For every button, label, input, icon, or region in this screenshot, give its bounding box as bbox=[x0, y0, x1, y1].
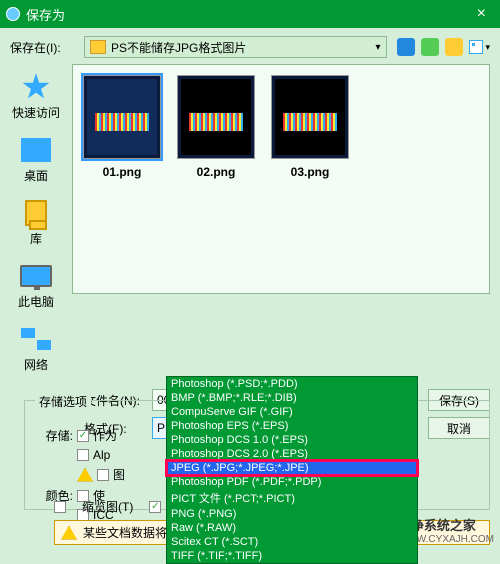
save-in-combo[interactable]: PS不能储存JPG格式图片 ▾ bbox=[84, 36, 387, 58]
sidebar-item-quick[interactable]: 快速访问 bbox=[0, 70, 72, 121]
folder-icon bbox=[90, 40, 106, 54]
sidebar-item-library[interactable]: 库 bbox=[0, 196, 72, 247]
chevron-down-icon[interactable]: ▾ bbox=[369, 42, 386, 53]
thumbnail-label: 缩览图(T) bbox=[82, 498, 133, 515]
star-icon bbox=[22, 73, 50, 101]
warning-icon bbox=[61, 526, 77, 540]
asacopy-checkbox[interactable]: ✓ bbox=[77, 430, 89, 442]
save-in-label: 保存在(I): bbox=[10, 39, 84, 56]
layers-label: 图 bbox=[113, 466, 125, 483]
sidebar-item-label: 库 bbox=[0, 230, 72, 247]
format-option[interactable]: Raw (*.RAW) bbox=[167, 521, 417, 535]
format-option[interactable]: Photoshop PDF (*.PDF;*.PDP) bbox=[167, 475, 417, 489]
file-list[interactable]: 01.png 02.png 03.png bbox=[72, 64, 490, 294]
format-option[interactable]: Photoshop EPS (*.EPS) bbox=[167, 419, 417, 433]
format-option[interactable]: Photoshop (*.PSD;*.PDD) bbox=[167, 377, 417, 391]
file-item[interactable]: 01.png bbox=[83, 75, 161, 179]
layers-checkbox[interactable] bbox=[97, 469, 109, 481]
network-icon bbox=[21, 328, 51, 350]
sidebar-item-thispc[interactable]: 此电脑 bbox=[0, 259, 72, 310]
format-option[interactable]: Photoshop DCS 1.0 (*.EPS) bbox=[167, 433, 417, 447]
save-options-title: 存储选项 bbox=[35, 393, 91, 410]
close-icon[interactable]: × bbox=[469, 5, 494, 23]
library-icon bbox=[25, 200, 47, 226]
save-sub-label: 存储: bbox=[33, 427, 73, 444]
sidebar-item-label: 网络 bbox=[0, 356, 72, 373]
up-level-icon[interactable] bbox=[421, 38, 439, 56]
file-name: 01.png bbox=[83, 165, 161, 179]
window-title: 保存为 bbox=[26, 5, 65, 24]
view-menu-icon[interactable]: ▾ bbox=[469, 40, 490, 54]
desktop-icon bbox=[21, 138, 51, 162]
titlebar: 保存为 × bbox=[0, 0, 500, 28]
warning-icon bbox=[77, 468, 93, 482]
file-item[interactable]: 03.png bbox=[271, 75, 349, 179]
thumbnail-checkbox[interactable] bbox=[54, 501, 66, 513]
new-folder-icon[interactable] bbox=[445, 38, 463, 56]
file-name: 03.png bbox=[271, 165, 349, 179]
format-option[interactable]: TIFF (*.TIF;*.TIFF) bbox=[167, 549, 417, 563]
alpha-checkbox[interactable] bbox=[77, 449, 89, 461]
places-sidebar: 快速访问 桌面 库 此电脑 网络 bbox=[0, 64, 72, 385]
format-option[interactable]: CompuServe GIF (*.GIF) bbox=[167, 405, 417, 419]
format-dropdown[interactable]: Photoshop (*.PSD;*.PDD) BMP (*.BMP;*.RLE… bbox=[166, 376, 418, 564]
sidebar-item-label: 桌面 bbox=[0, 167, 72, 184]
format-option[interactable]: PNG (*.PNG) bbox=[167, 507, 417, 521]
file-item[interactable]: 02.png bbox=[177, 75, 255, 179]
file-name: 02.png bbox=[177, 165, 255, 179]
sidebar-item-label: 此电脑 bbox=[0, 293, 72, 310]
app-icon bbox=[6, 7, 20, 21]
format-option[interactable]: Scitex CT (*.SCT) bbox=[167, 535, 417, 549]
monitor-icon bbox=[20, 265, 52, 287]
format-option[interactable]: PICT 文件 (*.PCT;*.PICT) bbox=[167, 489, 417, 507]
format-option[interactable]: BMP (*.BMP;*.RLE;*.DIB) bbox=[167, 391, 417, 405]
save-in-row: 保存在(I): PS不能储存JPG格式图片 ▾ ▾ bbox=[0, 28, 500, 64]
format-option[interactable]: Photoshop DCS 2.0 (*.EPS) bbox=[167, 447, 417, 461]
alpha-label: Alp bbox=[93, 448, 110, 462]
sidebar-item-label: 快速访问 bbox=[0, 104, 72, 121]
back-icon[interactable] bbox=[397, 38, 415, 56]
sidebar-item-desktop[interactable]: 桌面 bbox=[0, 133, 72, 184]
asacopy-label: 作为 bbox=[93, 427, 117, 444]
sidebar-item-network[interactable]: 网络 bbox=[0, 322, 72, 373]
format-option-jpeg[interactable]: JPEG (*.JPG;*.JPEG;*.JPE) bbox=[167, 461, 417, 475]
save-in-path: PS不能储存JPG格式图片 bbox=[111, 39, 369, 56]
lowercase-checkbox[interactable]: ✓ bbox=[149, 501, 161, 513]
